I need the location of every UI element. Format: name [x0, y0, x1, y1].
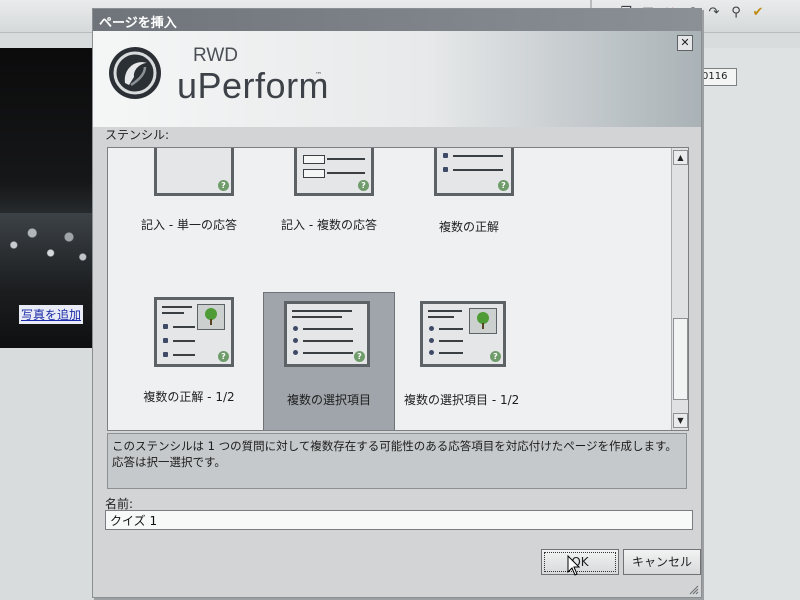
brand-banner: RWD uPerform ™: [93, 31, 701, 127]
brand-rwd-text: RWD: [193, 45, 239, 66]
help-icon: ?: [358, 180, 369, 191]
name-input[interactable]: [105, 510, 693, 530]
find-icon[interactable]: ⚲: [728, 4, 744, 20]
stencil-item[interactable]: ? 複数の正解: [404, 148, 534, 248]
dialog-title: ページを挿入: [99, 16, 177, 31]
stencil-thumbnail: ?: [294, 148, 374, 196]
brand-trademark: ™: [315, 71, 322, 79]
background-right-panel: [700, 48, 800, 600]
add-photo-link[interactable]: 写真を追加: [19, 305, 84, 324]
help-icon: ?: [498, 180, 509, 191]
stencil-thumbnail: ?: [284, 301, 370, 367]
stencil-thumbnail: ?: [154, 148, 234, 196]
uperform-logo-icon: [109, 47, 161, 99]
brand-name: uPerform: [177, 65, 330, 106]
stencil-item-selected[interactable]: ? 複数の選択項目: [263, 292, 395, 430]
cancel-button[interactable]: キャンセル: [623, 549, 701, 575]
photo-frost-trees: [0, 213, 92, 293]
stencil-description: このステンシルは 1 つの質問に対して複数存在する可能性のある応答項目を対応付け…: [107, 433, 687, 489]
stencil-label: 複数の正解: [438, 220, 499, 234]
stencil-item[interactable]: ? 複数の正解 - 1/2: [124, 293, 254, 430]
resize-grip-icon[interactable]: [687, 583, 699, 595]
stencil-label: 記入 - 単一の応答: [141, 218, 237, 232]
stencil-label: 複数の選択項目: [286, 393, 371, 407]
spellcheck-icon[interactable]: ✔: [750, 4, 766, 20]
stencil-item[interactable]: ? 複数の選択項目 - 1/2: [404, 293, 534, 430]
dialog-title-bar[interactable]: ページを挿入: [93, 9, 701, 31]
stencil-scrollbar[interactable]: ▲ ▼: [671, 148, 688, 430]
background-photo: [0, 48, 92, 348]
background-id-field: 0116: [699, 68, 737, 86]
insert-page-dialog: ページを挿入 RWD uPerform ™ ✕ ステンシル: ? 記入 - 単一…: [92, 8, 702, 598]
scroll-down-arrow-icon[interactable]: ▼: [673, 413, 688, 428]
redo-icon[interactable]: ↷: [706, 4, 722, 20]
help-icon: ?: [218, 351, 229, 362]
stencil-thumbnail: ?: [434, 148, 514, 196]
stencil-item[interactable]: ? 記入 - 複数の応答: [264, 148, 394, 248]
mouse-pointer-icon: [567, 555, 581, 576]
close-button[interactable]: ✕: [677, 35, 693, 51]
help-icon: ?: [354, 351, 365, 362]
stencil-list[interactable]: ? 記入 - 単一の応答 ? 記入 - 複数の応答 ? 複数の正解 ? 複数の正…: [107, 147, 689, 431]
stencil-thumbnail: ?: [154, 297, 234, 367]
stencil-thumbnail: ?: [420, 301, 506, 367]
scroll-up-arrow-icon[interactable]: ▲: [673, 150, 688, 165]
stencil-section-label: ステンシル:: [105, 128, 170, 142]
help-icon: ?: [490, 351, 501, 362]
scrollbar-thumb[interactable]: [673, 318, 688, 400]
stencil-label: 記入 - 複数の応答: [281, 218, 377, 232]
picture-icon: [469, 308, 497, 334]
stencil-label: 複数の正解 - 1/2: [143, 390, 235, 404]
help-icon: ?: [218, 180, 229, 191]
stencil-item[interactable]: ? 記入 - 単一の応答: [124, 148, 254, 248]
picture-icon: [197, 304, 225, 330]
stencil-label: 複数の選択項目 - 1/2: [404, 393, 520, 407]
